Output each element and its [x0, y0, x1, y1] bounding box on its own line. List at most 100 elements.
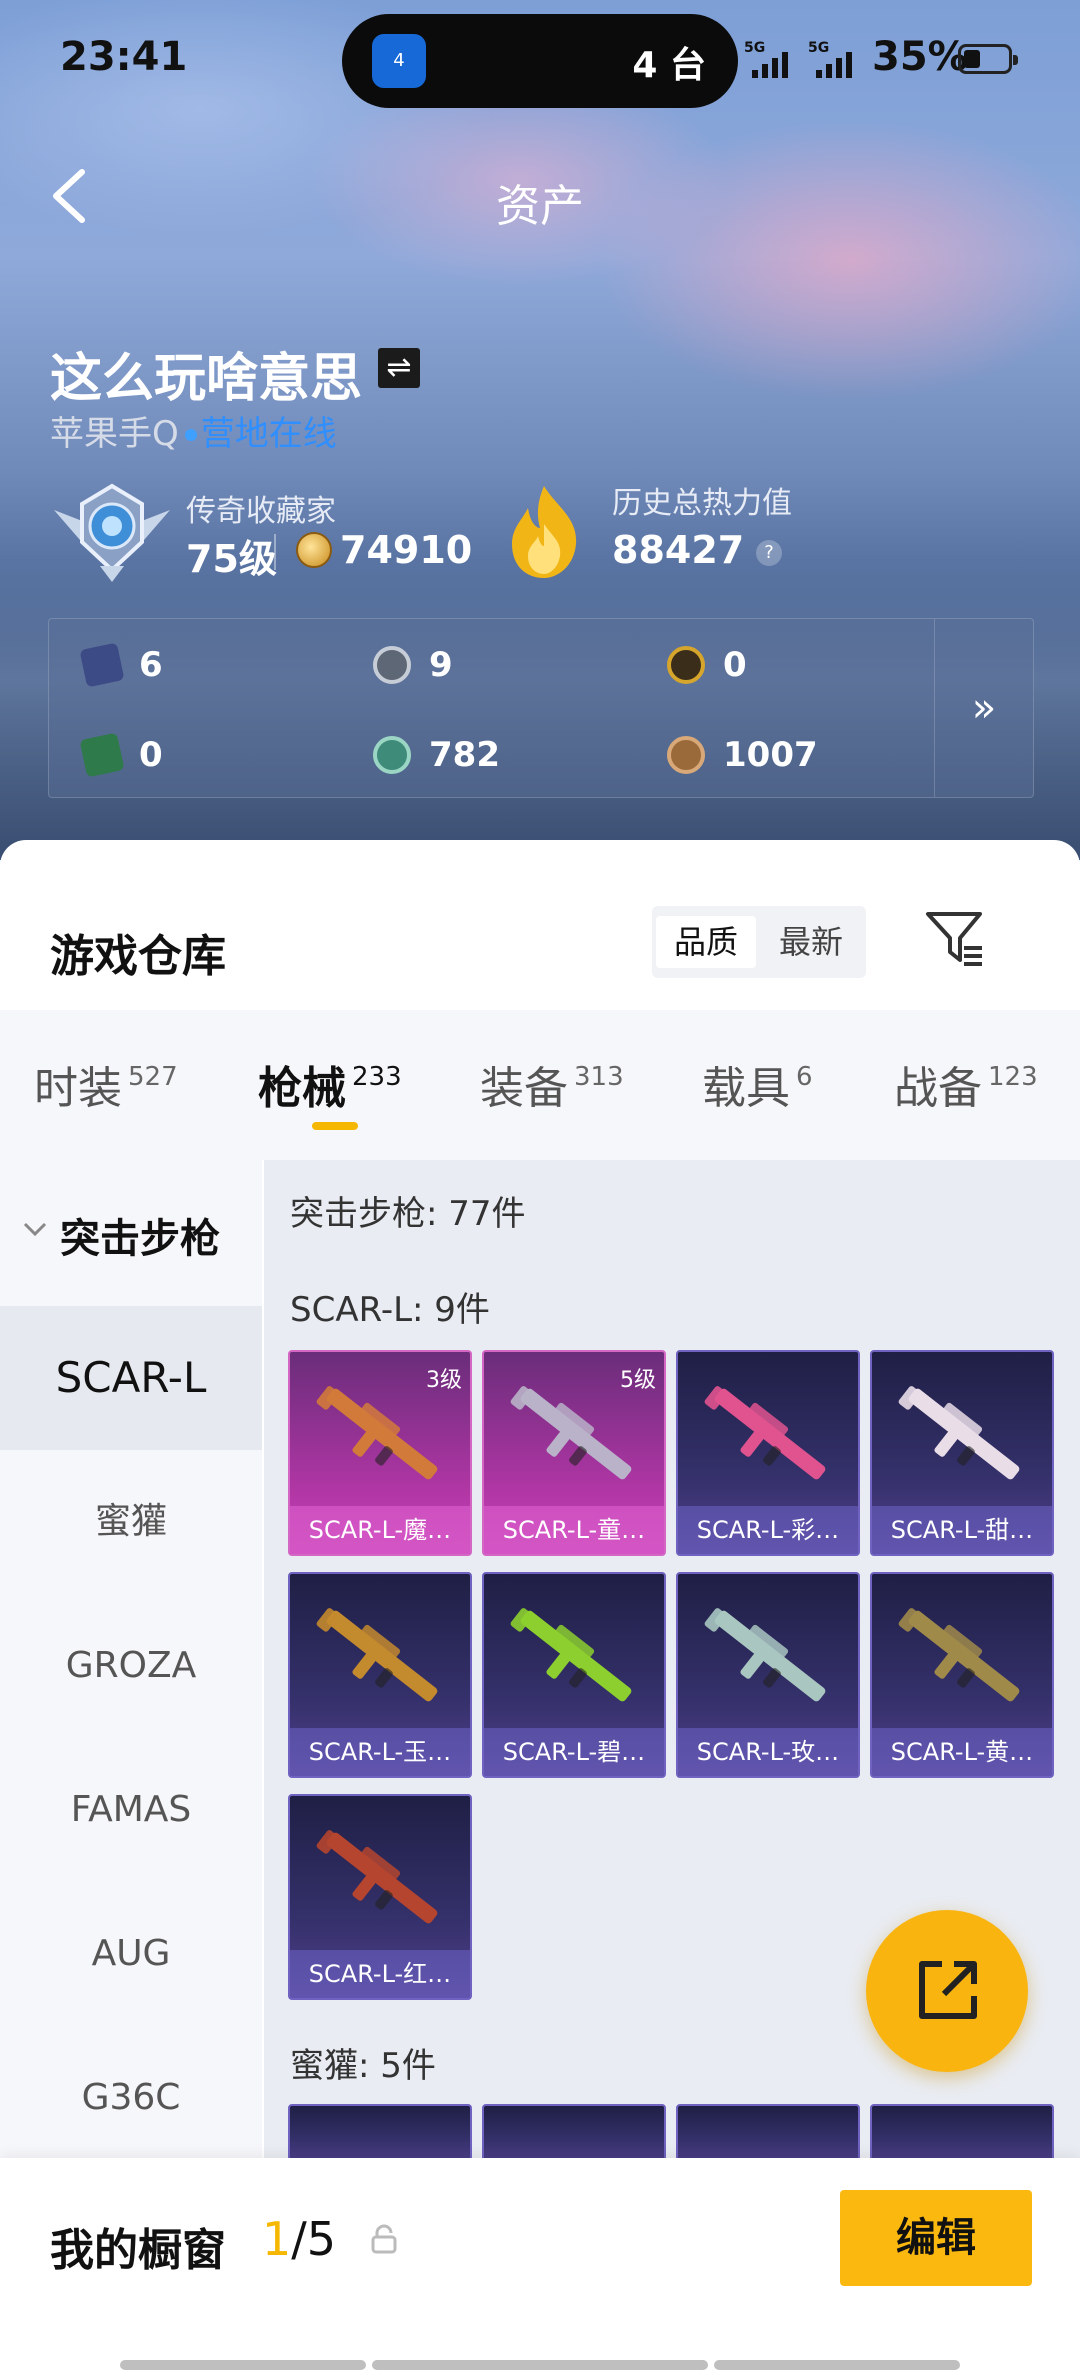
weapon-tile[interactable]: SCAR-L-彩…	[676, 1350, 860, 1556]
battery-percent: 35%	[872, 34, 968, 80]
edit-button[interactable]: 编辑	[840, 2190, 1032, 2286]
filter-icon[interactable]	[922, 906, 986, 970]
group-title-scar-l: SCAR-L: 9件	[290, 1290, 490, 1330]
stat-value: 1007	[723, 735, 818, 775]
rank-label: 传奇收藏家	[186, 494, 336, 529]
weapon-tile[interactable]: 3级 SCAR-L-魔…	[288, 1350, 472, 1556]
expand-more-icon[interactable]: »	[934, 619, 1033, 797]
share-button[interactable]	[866, 1910, 1028, 2072]
weapon-tile[interactable]: SCAR-L-甜…	[870, 1350, 1054, 1556]
tab-weapons[interactable]: 枪械 233	[258, 1052, 402, 1116]
tile-name: SCAR-L-魔…	[290, 1506, 470, 1554]
heat-value: 88427	[612, 528, 745, 572]
card-icon	[79, 642, 125, 688]
weapon-tile[interactable]: SCAR-L-玉…	[288, 1572, 472, 1778]
divider	[274, 534, 276, 570]
coin-icon	[296, 532, 332, 568]
weapon-tile[interactable]	[870, 2104, 1054, 2164]
help-icon[interactable]: ?	[756, 540, 782, 566]
lock-icon	[370, 2224, 398, 2254]
tile-name: SCAR-L-黄…	[872, 1728, 1052, 1776]
tile-name: SCAR-L-红…	[290, 1950, 470, 1998]
warehouse-title: 游戏仓库	[50, 931, 226, 982]
rank-level: 75级	[186, 537, 277, 581]
tab-supplies[interactable]: 战备 123	[894, 1052, 1038, 1116]
home-indicator	[372, 2360, 708, 2370]
green-card-icon	[79, 732, 125, 778]
tab-count: 313	[574, 1062, 624, 1092]
tab-vehicles[interactable]: 载具 6	[702, 1052, 813, 1116]
dynamic-island[interactable]: 4 4 台	[342, 14, 738, 108]
account-subline: 苹果手Q 营地在线	[50, 406, 337, 455]
showcase-count: 1/5	[262, 2212, 336, 2266]
stat-cards[interactable]: 6	[79, 642, 163, 688]
sort-toggle: 品质 最新	[652, 906, 866, 978]
signal-bars-2-icon	[816, 46, 860, 78]
showcase-total: /5	[291, 2212, 337, 2266]
stat-value: 9	[429, 645, 453, 685]
stats-panel: 6 9 0 0 782 1007 »	[48, 618, 1034, 798]
online-dot-icon	[184, 429, 197, 441]
tab-count: 123	[988, 1062, 1038, 1092]
sort-quality[interactable]: 品质	[656, 916, 756, 968]
sidebar-item-aug[interactable]: AUG	[0, 1882, 262, 2026]
weapon-tile[interactable]: SCAR-L-碧…	[482, 1572, 666, 1778]
category-count: 突击步枪: 77件	[290, 1194, 526, 1234]
heat-label: 历史总热力值	[612, 486, 792, 521]
tile-name: SCAR-L-童…	[484, 1506, 664, 1554]
stat-medal-gold[interactable]: 0	[667, 645, 747, 685]
status-bar: 23:41 4 4 台 5G 5G 35%	[0, 0, 1080, 120]
tile-level: 3级	[426, 1368, 462, 1393]
tab-fashion[interactable]: 时装 527	[34, 1052, 178, 1116]
switch-account-icon[interactable]: ⇌	[378, 348, 420, 388]
tab-equipment[interactable]: 装备 313	[480, 1052, 624, 1116]
island-text: 4 台	[632, 45, 706, 86]
chevron-down-icon[interactable]	[22, 1220, 48, 1238]
tab-count: 527	[128, 1062, 178, 1092]
weapon-tile[interactable]: SCAR-L-黄…	[870, 1572, 1054, 1778]
rank-badge-icon[interactable]	[50, 480, 174, 584]
stat-bronze-coin[interactable]: 1007	[667, 735, 818, 775]
stat-green-card[interactable]: 0	[79, 732, 163, 778]
flame-icon	[504, 484, 584, 580]
tile-name: SCAR-L-彩…	[678, 1506, 858, 1554]
sidebar-item-honey-badger[interactable]: 蜜獾	[0, 1450, 262, 1594]
stat-value: 6	[139, 645, 163, 685]
tile-name: SCAR-L-碧…	[484, 1728, 664, 1776]
coin-count: 74910	[340, 528, 473, 572]
stat-medal-silver[interactable]: 9	[373, 645, 453, 685]
gold-medal-icon	[667, 646, 705, 684]
stat-green-coin[interactable]: 782	[373, 735, 500, 775]
tab-label: 载具	[702, 1063, 790, 1114]
rifle-icon	[898, 1386, 1020, 1480]
broadcast-icon: 4	[372, 34, 426, 88]
weapon-tile[interactable]	[676, 2104, 860, 2164]
tab-label: 时装	[34, 1063, 122, 1114]
showcase-current: 1	[262, 2212, 292, 2266]
platform-label: 苹果手Q	[50, 414, 179, 454]
sidebar-item-famas[interactable]: FAMAS	[0, 1738, 262, 1882]
tab-count: 233	[352, 1062, 402, 1092]
weapon-tile[interactable]: SCAR-L-玫…	[676, 1572, 860, 1778]
weapon-tile[interactable]: SCAR-L-红…	[288, 1794, 472, 2000]
rifle-icon	[510, 1608, 632, 1702]
active-tab-indicator	[312, 1122, 358, 1130]
sidebar-item-g36c[interactable]: G36C	[0, 2026, 262, 2170]
rifle-icon	[316, 1830, 438, 1924]
sidebar-item-groza[interactable]: GROZA	[0, 1594, 262, 1738]
stat-value: 0	[723, 645, 747, 685]
tile-name: SCAR-L-玫…	[678, 1728, 858, 1776]
tab-count: 6	[796, 1062, 813, 1092]
weapon-tile[interactable]	[288, 2104, 472, 2164]
sort-newest[interactable]: 最新	[760, 916, 862, 968]
sidebar-item-scar-l[interactable]: SCAR-L	[0, 1306, 262, 1450]
rifle-icon	[316, 1608, 438, 1702]
username: 这么玩啥意思	[50, 349, 363, 409]
rifle-icon	[898, 1608, 1020, 1702]
weapon-tile[interactable]: 5级 SCAR-L-童…	[482, 1350, 666, 1556]
showcase-label: 我的橱窗	[50, 2225, 226, 2276]
battery-icon	[958, 44, 1018, 74]
weapon-tile[interactable]	[482, 2104, 666, 2164]
sidebar-category[interactable]: 突击步枪	[60, 1206, 220, 1264]
tab-label: 战备	[894, 1063, 982, 1114]
